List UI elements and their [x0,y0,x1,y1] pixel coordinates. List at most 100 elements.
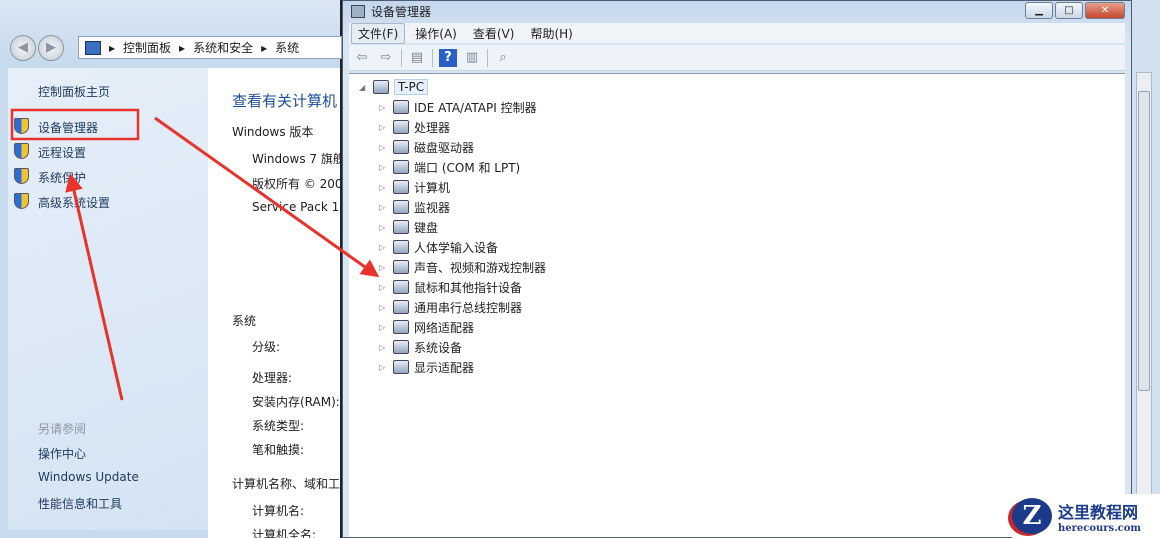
expand-icon[interactable]: ▷ [379,143,389,152]
device-category[interactable]: ▷ 监视器 [379,198,450,216]
device-category[interactable]: ▷ 端口 (COM 和 LPT) [379,158,520,176]
expand-icon[interactable]: ▷ [379,343,389,352]
menu-action[interactable]: 操作(A) [409,24,463,43]
device-category[interactable]: ▷ 网络适配器 [379,318,474,336]
device-category[interactable]: ▷ 通用串行总线控制器 [379,298,522,316]
minimize-button[interactable]: ▁ [1025,2,1053,19]
chevron-icon: ▸ [179,40,186,55]
expand-icon[interactable]: ▷ [379,223,389,232]
device-category[interactable]: ▷ 人体学输入设备 [379,238,498,256]
section-header: 计算机名称、域和工 [232,477,340,491]
expand-icon[interactable]: ▷ [379,123,389,132]
device-category[interactable]: ▷ 处理器 [379,118,450,136]
page-title: 查看有关计算机 [232,92,338,110]
device-icon [393,140,409,154]
device-icon [393,220,409,234]
copyright-value: 版权所有 © 200 [252,177,340,191]
device-manager-window: 设备管理器 ▁ □ ✕ 文件(F) 操作(A) 查看(V) 帮助(H) ⇦ ⇨ … [342,0,1132,538]
sidebar-item-remote[interactable]: 远程设置 [14,143,86,161]
menu-help[interactable]: 帮助(H) [524,24,578,43]
address-bar[interactable]: ▸ 控制面板 ▸ 系统和安全 ▸ 系统 [78,36,342,59]
tree-root[interactable]: ◢ T-PC [359,78,429,96]
device-category[interactable]: ▷ IDE ATA/ATAPI 控制器 [379,98,537,116]
shield-icon [14,118,29,134]
shield-icon [14,143,29,159]
link-windows-update[interactable]: Windows Update [38,470,139,484]
sidebar-home-link[interactable]: 控制面板主页 [38,83,110,100]
device-category[interactable]: ▷ 声音、视频和游戏控制器 [379,258,546,276]
forward-arrow-icon[interactable]: ⇨ [377,49,395,67]
field-label: 处理器: [252,371,293,385]
device-icon [393,160,409,174]
expand-icon[interactable]: ▷ [379,283,389,292]
device-category[interactable]: ▷ 计算机 [379,178,450,196]
device-category[interactable]: ▷ 磁盘驱动器 [379,138,474,156]
expand-icon[interactable]: ▷ [379,303,389,312]
back-arrow-icon[interactable]: ⇦ [353,49,371,67]
device-category[interactable]: ▷ 显示适配器 [379,358,474,376]
device-icon [393,240,409,254]
device-icon [393,180,409,194]
expand-icon[interactable]: ▷ [379,243,389,252]
expand-icon[interactable]: ▷ [379,183,389,192]
device-icon [393,280,409,294]
scrollbar-thumb[interactable] [1138,91,1150,391]
field-label: 计算机全名: [252,528,317,538]
maximize-button[interactable]: □ [1055,2,1083,19]
expand-icon[interactable]: ▷ [379,323,389,332]
control-panel-icon [85,40,101,55]
device-tree: ◢ T-PC ▷ IDE ATA/ATAPI 控制器 ▷ 处理器 ▷ 磁盘驱动器 ▷ 端口 (… [349,73,1125,537]
expand-icon[interactable]: ▷ [379,263,389,272]
device-category[interactable]: ▷ 鼠标和其他指针设备 [379,278,522,296]
sidebar-item-advanced[interactable]: 高级系统设置 [14,193,110,211]
back-button[interactable]: ◀ [10,35,36,61]
menu-file[interactable]: 文件(F) [351,22,406,44]
service-pack-value: Service Pack 1 [252,200,340,214]
expand-icon[interactable]: ▷ [379,363,389,372]
device-category[interactable]: ▷ 键盘 [379,218,438,236]
device-icon [393,260,409,274]
menu-bar: 文件(F) 操作(A) 查看(V) 帮助(H) [349,22,1125,44]
expand-icon[interactable]: ▷ [379,163,389,172]
expand-icon[interactable]: ▷ [379,203,389,212]
device-icon [393,200,409,214]
device-icon [393,360,409,374]
computer-icon [373,80,389,94]
edition-value: Windows 7 旗舰 [252,152,340,166]
toolbar: ⇦ ⇨ ▤ ? ▥ ⌕ [349,45,1125,71]
device-icon [393,100,409,114]
breadcrumb-item[interactable]: 系统和安全 [193,39,253,56]
field-label: 分级: [252,340,281,354]
see-also-title: 另请参阅 [38,422,87,436]
sidebar-item-protection[interactable]: 系统保护 [14,168,86,186]
shield-icon [14,168,29,184]
device-manager-icon [351,4,365,18]
device-icon [393,300,409,314]
sidebar: 控制面板主页 设备管理器 远程设置 系统保护 高级系统设置 另请参阅 操作中心 … [8,68,208,530]
shield-icon [14,193,29,209]
link-action-center[interactable]: 操作中心 [38,445,86,462]
scrollbar[interactable] [1136,72,1152,538]
field-label: 安装内存(RAM): [252,395,340,409]
show-hide-tree-icon[interactable]: ▤ [408,49,426,67]
chevron-icon: ▸ [109,40,116,55]
scan-hardware-icon[interactable]: ⌕ [494,49,512,67]
breadcrumb-item[interactable]: 系统 [275,39,299,56]
action-pane-icon[interactable]: ▥ [463,49,481,67]
device-category[interactable]: ▷ 系统设备 [379,338,462,356]
link-performance[interactable]: 性能信息和工具 [38,495,122,512]
menu-view[interactable]: 查看(V) [467,24,521,43]
sidebar-item-device-manager[interactable]: 设备管理器 [14,118,98,136]
window-title: 设备管理器 [371,4,432,19]
logo-mark: Z [1012,498,1052,534]
breadcrumb-item[interactable]: 控制面板 [123,39,171,56]
help-icon[interactable]: ? [439,48,457,67]
forward-button[interactable]: ▶ [38,35,64,61]
watermark-logo: Z 这里教程网 herecours.com [1012,494,1160,538]
nav-buttons: ◀ ▶ [10,35,64,61]
title-bar: 设备管理器 [343,1,1131,21]
collapse-icon[interactable]: ◢ [359,83,369,92]
field-label: 计算机名: [252,504,305,518]
close-button[interactable]: ✕ [1085,2,1125,19]
expand-icon[interactable]: ▷ [379,103,389,112]
